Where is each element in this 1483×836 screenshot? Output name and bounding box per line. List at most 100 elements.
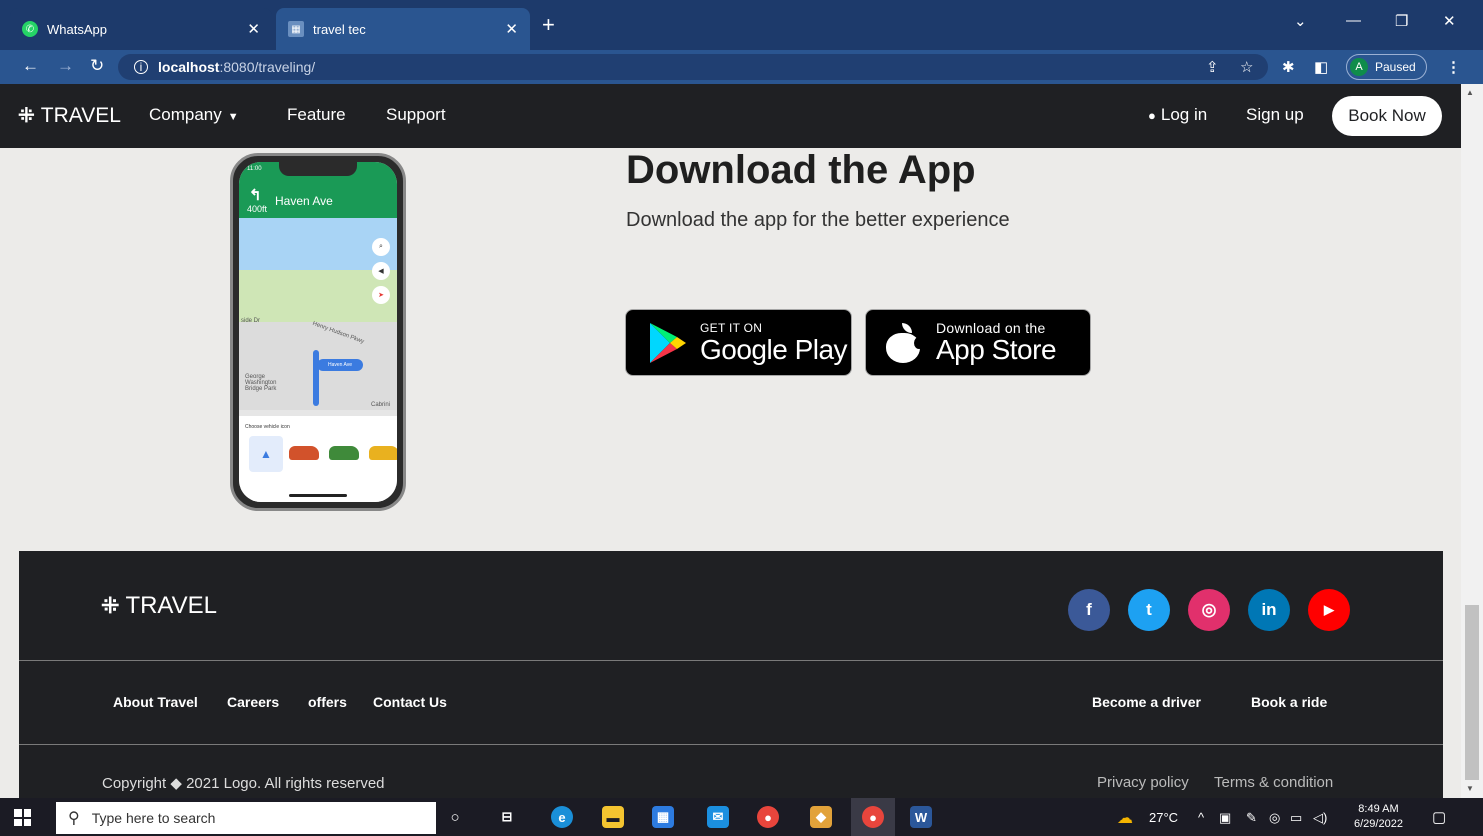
clock-date: 6/29/2022 <box>1354 818 1403 830</box>
minimize-icon[interactable]: — <box>1346 12 1361 29</box>
linkedin-icon[interactable]: in <box>1248 589 1290 631</box>
app-store-small: Download on the <box>936 319 1046 336</box>
app-store-badge[interactable]: Download on the App Store <box>865 309 1091 376</box>
green-truck-icon <box>329 446 359 460</box>
close-tab-icon[interactable]: ✕ <box>505 20 518 38</box>
nav-support[interactable]: Support <box>386 105 446 125</box>
nav-company-label: Company <box>149 105 222 124</box>
url-path: :8080/traveling/ <box>219 59 316 75</box>
instagram-icon[interactable]: ◎ <box>1188 589 1230 631</box>
file-explorer-icon[interactable]: ▬ <box>602 806 624 828</box>
footer-link-book-ride[interactable]: Book a ride <box>1251 694 1327 710</box>
search-icon: ⚲ <box>68 810 80 827</box>
taskbar-search-input[interactable]: ⚲ Type here to search <box>56 802 436 834</box>
login-label: Log in <box>1160 105 1208 124</box>
tab-travel-tec[interactable]: ▦ travel tec ✕ <box>276 8 530 50</box>
vehicle-panel-title: Choose vehicle icon <box>245 424 290 430</box>
store-icon[interactable]: ▦ <box>652 806 674 828</box>
browser-tab-bar: ✆ WhatsApp ✕ ▦ travel tec ✕ + ⌄ — ❐ ✕ <box>0 0 1483 50</box>
scroll-up-icon[interactable]: ▲ <box>1466 88 1474 97</box>
cortana-icon[interactable]: ○ <box>444 806 466 828</box>
extensions-icon[interactable]: ✱ <box>1282 58 1295 76</box>
google-play-badge[interactable]: GET IT ON Google Play <box>625 309 852 376</box>
tab-whatsapp[interactable]: ✆ WhatsApp ✕ <box>10 8 272 50</box>
word-icon[interactable]: W <box>910 806 932 828</box>
facebook-icon[interactable]: f <box>1068 589 1110 631</box>
login-link[interactable]: ● Log in <box>1148 105 1207 125</box>
map-search-icon: ⌕ <box>372 238 390 256</box>
site-info-icon[interactable]: i <box>134 60 148 74</box>
restore-icon[interactable]: ❐ <box>1395 12 1408 30</box>
twitter-icon[interactable]: t <box>1128 589 1170 631</box>
signup-link[interactable]: Sign up <box>1246 105 1304 125</box>
chrome-profile-icon[interactable]: ● <box>862 806 884 828</box>
windows-taskbar: ⚲ Type here to search ○ ⊟ e ▬ ▦ ✉ ● ◆ ● … <box>0 798 1483 836</box>
temperature[interactable]: 27°C <box>1149 810 1178 825</box>
home-indicator <box>289 494 347 497</box>
tab-search-icon[interactable]: ⌄ <box>1294 12 1307 30</box>
book-now-button[interactable]: Book Now <box>1332 96 1442 136</box>
bookmark-star-icon[interactable]: ☆ <box>1240 58 1253 76</box>
volume-icon[interactable]: ◁) <box>1313 810 1327 826</box>
footer-link-careers[interactable]: Careers <box>227 694 279 710</box>
download-title: Download the App <box>626 148 976 192</box>
windows-start-icon[interactable] <box>14 809 31 826</box>
new-tab-icon[interactable]: + <box>542 14 555 36</box>
profile-button[interactable]: A Paused <box>1346 54 1427 80</box>
footer-link-offers[interactable]: offers <box>308 694 347 710</box>
battery-icon[interactable]: ▭ <box>1290 810 1302 826</box>
map-label: side Dr <box>241 318 261 324</box>
weather-icon[interactable]: ☁ <box>1117 808 1133 828</box>
brand-name: TRAVEL <box>40 103 121 127</box>
scroll-down-icon[interactable]: ▼ <box>1466 784 1474 793</box>
network-icon[interactable]: ◎ <box>1269 810 1280 826</box>
phone-notch <box>279 162 357 176</box>
mail-icon[interactable]: ✉ <box>707 806 729 828</box>
profile-status: Paused <box>1375 60 1416 74</box>
google-play-icon <box>650 322 686 363</box>
footer-link-about[interactable]: About Travel <box>113 694 198 710</box>
footer-link-contact[interactable]: Contact Us <box>373 694 447 710</box>
youtube-icon[interactable]: ▶ <box>1308 589 1350 631</box>
tray-app-icon[interactable]: ▣ <box>1219 810 1231 826</box>
pen-icon[interactable]: ✎ <box>1246 810 1257 826</box>
vehicle-panel: Choose vehicle icon ▲ <box>239 416 397 502</box>
close-tab-icon[interactable]: ✕ <box>247 20 260 38</box>
back-icon[interactable]: ← <box>22 56 39 76</box>
browser-toolbar: ← → ↻ i localhost:8080/traveling/ ⇪ ☆ ✱ … <box>0 50 1483 84</box>
phone-screen: 11:00 ↰ 400ft Haven Ave side Dr Henry Hu… <box>239 162 397 502</box>
phone-time: 11:00 <box>247 166 262 172</box>
footer-brand-name: TRAVEL <box>125 592 218 619</box>
taskbar-clock[interactable]: 8:49 AM 6/29/2022 <box>1354 802 1403 832</box>
chrome-icon[interactable]: ● <box>757 806 779 828</box>
edge-icon[interactable]: e <box>551 806 573 828</box>
scrollbar-thumb[interactable] <box>1465 605 1479 780</box>
share-icon[interactable]: ⇪ <box>1206 58 1219 76</box>
nav-company-dropdown[interactable]: Company ▼ <box>149 105 239 125</box>
menu-kebab-icon[interactable]: ⋮ <box>1446 58 1461 76</box>
app-store-big: App Store <box>936 333 1057 365</box>
brand-logo[interactable]: ⁜ TRAVEL <box>18 103 121 128</box>
tab-title: WhatsApp <box>47 21 107 37</box>
footer-divider <box>19 744 1443 745</box>
notification-icon[interactable]: ▢ <box>1432 808 1446 826</box>
task-view-icon[interactable]: ⊟ <box>496 806 518 828</box>
nav-pill: Haven Ave <box>317 359 363 371</box>
address-bar[interactable]: i localhost:8080/traveling/ <box>118 54 1268 80</box>
side-panel-icon[interactable]: ◧ <box>1314 58 1328 76</box>
app-icon[interactable]: ◆ <box>810 806 832 828</box>
footer-brand[interactable]: ⁜ TRAVEL <box>101 592 217 620</box>
caret-down-icon: ▼ <box>227 111 239 123</box>
close-window-icon[interactable]: ✕ <box>1443 12 1456 30</box>
reload-icon[interactable]: ↻ <box>90 56 104 76</box>
privacy-policy-link[interactable]: Privacy policy <box>1097 774 1189 791</box>
tray-chevron-icon[interactable]: ^ <box>1198 810 1204 825</box>
map-compass-icon: ➤ <box>372 286 390 304</box>
terms-link[interactable]: Terms & condition <box>1214 774 1333 791</box>
tab-title: travel tec <box>313 21 366 37</box>
search-placeholder: Type here to search <box>91 810 216 826</box>
footer-link-become-driver[interactable]: Become a driver <box>1092 694 1201 710</box>
map-label: Cabrini <box>371 402 391 408</box>
forward-icon[interactable]: → <box>57 56 74 76</box>
nav-feature[interactable]: Feature <box>287 105 346 125</box>
